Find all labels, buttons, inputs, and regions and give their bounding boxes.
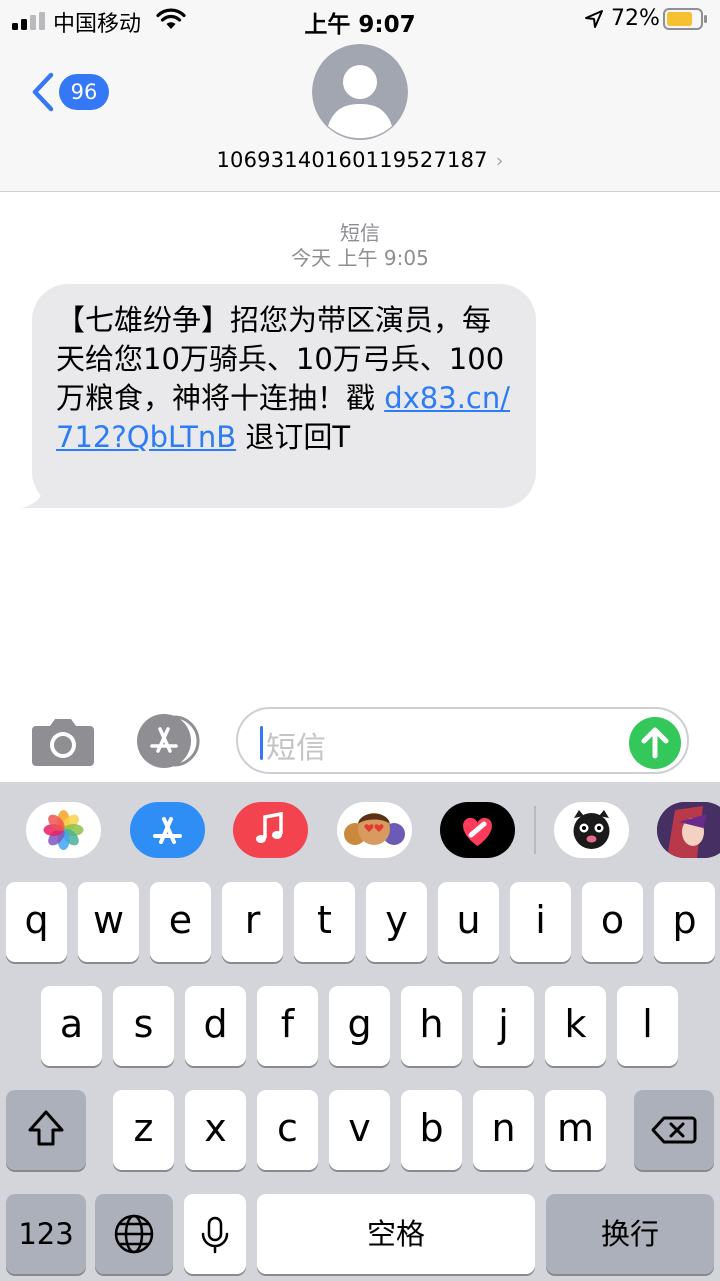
contact-number-row[interactable]: 10693140160119527187 › bbox=[0, 148, 720, 172]
key-d[interactable]: d bbox=[185, 986, 246, 1066]
conversation-header: 中国移动 上午 9:07 72% 96 10693140160119527187… bbox=[0, 0, 720, 192]
key-m[interactable]: m bbox=[545, 1090, 606, 1170]
incoming-message[interactable]: 【七雄纷争】招您为带区演员，每天给您10万骑兵、10万弓兵、100万粮食，神将十… bbox=[18, 284, 538, 512]
input-placeholder: 短信 bbox=[266, 731, 326, 766]
key-g[interactable]: g bbox=[329, 986, 390, 1066]
status-bar: 中国移动 上午 9:07 72% bbox=[0, 0, 720, 40]
key-e[interactable]: e bbox=[150, 882, 211, 962]
key-o[interactable]: o bbox=[582, 882, 643, 962]
key-i[interactable]: i bbox=[510, 882, 571, 962]
key-w[interactable]: w bbox=[78, 882, 139, 962]
music-icon[interactable] bbox=[233, 802, 308, 858]
unread-count-badge: 96 bbox=[59, 74, 109, 110]
key-v[interactable]: v bbox=[329, 1090, 390, 1170]
keyboard: q w e r t y u i o p a s d f g h j k l z … bbox=[0, 878, 720, 1281]
drawer-divider bbox=[534, 806, 536, 854]
key-l[interactable]: l bbox=[617, 986, 678, 1066]
contact-number: 10693140160119527187 bbox=[216, 148, 488, 172]
battery-percent: 72% bbox=[611, 6, 660, 31]
memoji-icon[interactable] bbox=[337, 802, 412, 858]
key-y[interactable]: y bbox=[366, 882, 427, 962]
return-key[interactable]: 换行 bbox=[546, 1194, 714, 1274]
key-c[interactable]: c bbox=[257, 1090, 318, 1170]
contact-avatar[interactable] bbox=[312, 44, 408, 140]
send-button[interactable] bbox=[629, 717, 681, 769]
app-store-icon[interactable] bbox=[130, 802, 205, 858]
key-q[interactable]: q bbox=[6, 882, 67, 962]
app-store-icon[interactable] bbox=[134, 714, 204, 768]
key-s[interactable]: s bbox=[113, 986, 174, 1066]
message-timestamp: 今天 上午 9:05 bbox=[291, 246, 429, 270]
globe-key[interactable] bbox=[95, 1194, 173, 1274]
key-r[interactable]: r bbox=[222, 882, 283, 962]
message-text-end: 退订回T bbox=[236, 420, 351, 454]
key-u[interactable]: u bbox=[438, 882, 499, 962]
location-arrow-icon bbox=[585, 10, 603, 28]
message-input[interactable]: 短信 bbox=[236, 707, 689, 774]
key-z[interactable]: z bbox=[113, 1090, 174, 1170]
delete-key[interactable] bbox=[634, 1090, 714, 1170]
digital-touch-icon[interactable] bbox=[440, 802, 515, 858]
globe-icon bbox=[114, 1214, 154, 1254]
numbers-key[interactable]: 123 bbox=[6, 1194, 86, 1274]
sticker-app-icon[interactable] bbox=[657, 802, 720, 858]
key-b[interactable]: b bbox=[401, 1090, 462, 1170]
microphone-icon bbox=[201, 1216, 229, 1254]
space-key[interactable]: 空格 bbox=[257, 1194, 535, 1274]
key-n[interactable]: n bbox=[473, 1090, 534, 1170]
camera-icon[interactable] bbox=[32, 716, 94, 766]
send-arrow-icon bbox=[641, 727, 669, 759]
animoji-icon[interactable] bbox=[554, 802, 629, 858]
battery-icon bbox=[663, 8, 707, 30]
delete-icon bbox=[651, 1116, 697, 1144]
photos-icon[interactable] bbox=[26, 802, 101, 858]
back-button[interactable]: 96 bbox=[30, 70, 114, 114]
text-caret bbox=[260, 726, 263, 760]
key-f[interactable]: f bbox=[257, 986, 318, 1066]
imessage-app-drawer bbox=[0, 782, 720, 878]
key-t[interactable]: t bbox=[294, 882, 355, 962]
key-p[interactable]: p bbox=[654, 882, 715, 962]
message-bubble: 【七雄纷争】招您为带区演员，每天给您10万骑兵、10万弓兵、100万粮食，神将十… bbox=[32, 284, 536, 508]
key-a[interactable]: a bbox=[41, 986, 102, 1066]
key-h[interactable]: h bbox=[401, 986, 462, 1066]
shift-icon bbox=[28, 1110, 64, 1146]
chevron-right-icon: › bbox=[495, 150, 504, 172]
key-j[interactable]: j bbox=[473, 986, 534, 1066]
dictation-key[interactable] bbox=[184, 1194, 246, 1274]
chevron-left-icon bbox=[32, 72, 54, 112]
shift-key[interactable] bbox=[6, 1090, 86, 1170]
key-x[interactable]: x bbox=[185, 1090, 246, 1170]
person-icon bbox=[312, 44, 408, 140]
key-k[interactable]: k bbox=[545, 986, 606, 1066]
